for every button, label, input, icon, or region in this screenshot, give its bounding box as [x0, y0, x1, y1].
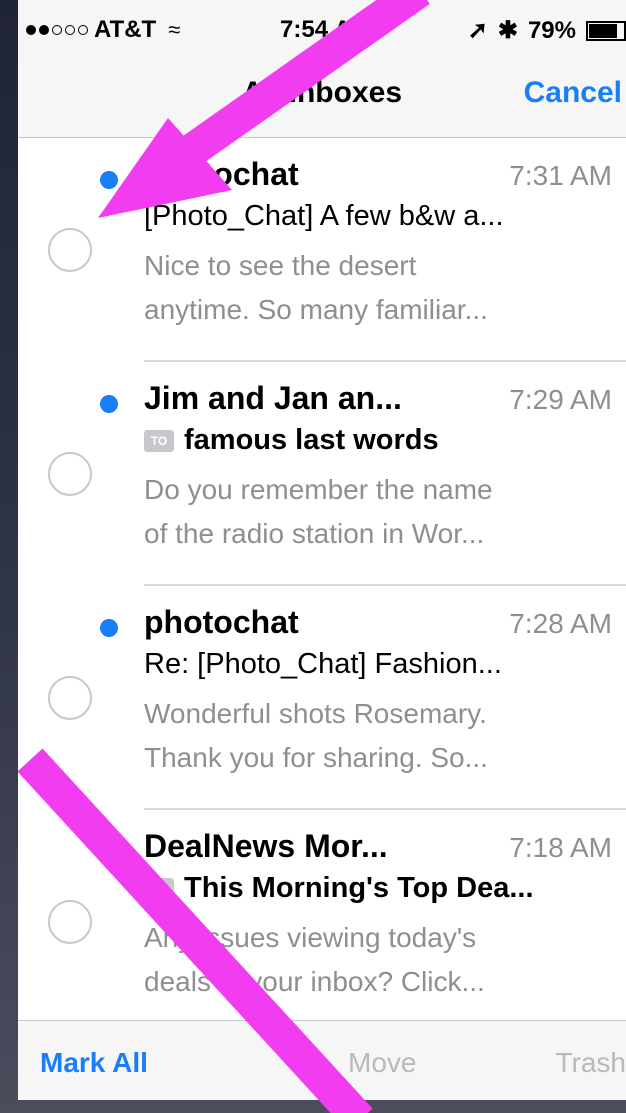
message-subject: TO This Morning's Top Dea...	[144, 872, 534, 905]
message-row[interactable]: photochat 7:31 AM [Photo_Chat] A few b&w…	[48, 138, 626, 362]
select-checkbox[interactable]	[48, 676, 92, 720]
bluetooth-icon: ✱	[497, 17, 518, 44]
message-sender: Jim and Jan an...	[144, 380, 402, 416]
message-row[interactable]: photochat 7:28 AM Re: [Photo_Chat] Fashi…	[48, 586, 626, 810]
message-preview-line: deals in your inbox? Click...	[144, 966, 485, 997]
message-list: photochat 7:31 AM [Photo_Chat] A few b&w…	[18, 138, 626, 1034]
message-preview: Do you remember the name of the radio st…	[144, 468, 604, 556]
message-preview-line: Do you remember the name	[144, 474, 493, 505]
select-checkbox[interactable]	[48, 228, 92, 272]
status-time: 7:54 AM	[280, 16, 372, 43]
message-subject-text: Re: [Photo_Chat] Fashion...	[144, 648, 502, 680]
trash-button[interactable]: Trash	[555, 1047, 626, 1079]
wifi-icon: ≈	[168, 17, 181, 42]
to-badge-icon: TO	[144, 429, 174, 452]
unread-dot-icon	[100, 171, 118, 189]
message-subject-text: famous last words	[184, 424, 439, 456]
message-sender: photochat	[144, 604, 299, 640]
message-subject: [Photo_Chat] A few b&w a...	[144, 200, 504, 233]
message-subject-text: This Morning's Top Dea...	[184, 872, 534, 904]
to-badge-icon: TO	[144, 877, 174, 900]
location-icon: ➚	[467, 17, 488, 44]
message-preview-line: Nice to see the desert	[144, 250, 417, 281]
unread-dot-icon	[100, 619, 118, 637]
nav-bar: All Inboxes Cancel	[18, 54, 626, 138]
status-bar: AT&T ≈ 7:54 AM ➚ ✱ 79%	[18, 0, 626, 54]
carrier-name: AT&T	[94, 16, 157, 43]
unread-dot-icon	[100, 395, 118, 413]
battery-icon	[586, 20, 626, 41]
message-subject: TO famous last words	[144, 424, 439, 457]
phone-screen: AT&T ≈ 7:54 AM ➚ ✱ 79% All Inboxes Cance…	[18, 0, 626, 1100]
message-preview-line: Thank you for sharing. So...	[144, 742, 488, 773]
message-sender: DealNews Mor...	[144, 828, 388, 864]
select-checkbox[interactable]	[48, 452, 92, 496]
message-preview-line: anytime. So many familiar...	[144, 294, 488, 325]
message-time: 7:31 AM	[509, 160, 612, 191]
message-time: 7:18 AM	[509, 832, 612, 863]
unread-dot-icon	[100, 843, 118, 861]
message-preview: Any issues viewing today's deals in your…	[144, 916, 604, 1004]
cancel-button[interactable]: Cancel	[524, 76, 622, 110]
signal-strength-icon	[26, 25, 88, 35]
move-button[interactable]: Move	[348, 1047, 416, 1079]
mark-all-button[interactable]: Mark All	[40, 1047, 148, 1079]
message-time: 7:29 AM	[509, 384, 612, 415]
message-row[interactable]: Jim and Jan an... 7:29 AM TO famous last…	[48, 362, 626, 586]
battery-percent: 79%	[527, 16, 576, 44]
message-preview-line: Any issues viewing today's	[144, 922, 477, 953]
status-right: ➚ ✱ 79%	[468, 16, 626, 45]
message-preview: Nice to see the desert anytime. So many …	[144, 244, 604, 332]
message-subject: Re: [Photo_Chat] Fashion...	[144, 648, 502, 681]
message-preview-line: of the radio station in Wor...	[144, 518, 485, 549]
message-time: 7:28 AM	[509, 608, 612, 639]
message-preview: Wonderful shots Rosemary. Thank you for …	[144, 692, 604, 780]
message-preview-line: Wonderful shots Rosemary.	[144, 698, 487, 729]
edit-toolbar: Mark All Move Trash	[18, 1020, 626, 1100]
select-checkbox[interactable]	[48, 900, 92, 944]
message-sender: photochat	[144, 156, 299, 192]
message-subject-text: [Photo_Chat] A few b&w a...	[144, 200, 504, 232]
message-row[interactable]: DealNews Mor... 7:18 AM TO This Morning'…	[48, 810, 626, 1034]
carrier-group: AT&T ≈	[26, 16, 180, 44]
